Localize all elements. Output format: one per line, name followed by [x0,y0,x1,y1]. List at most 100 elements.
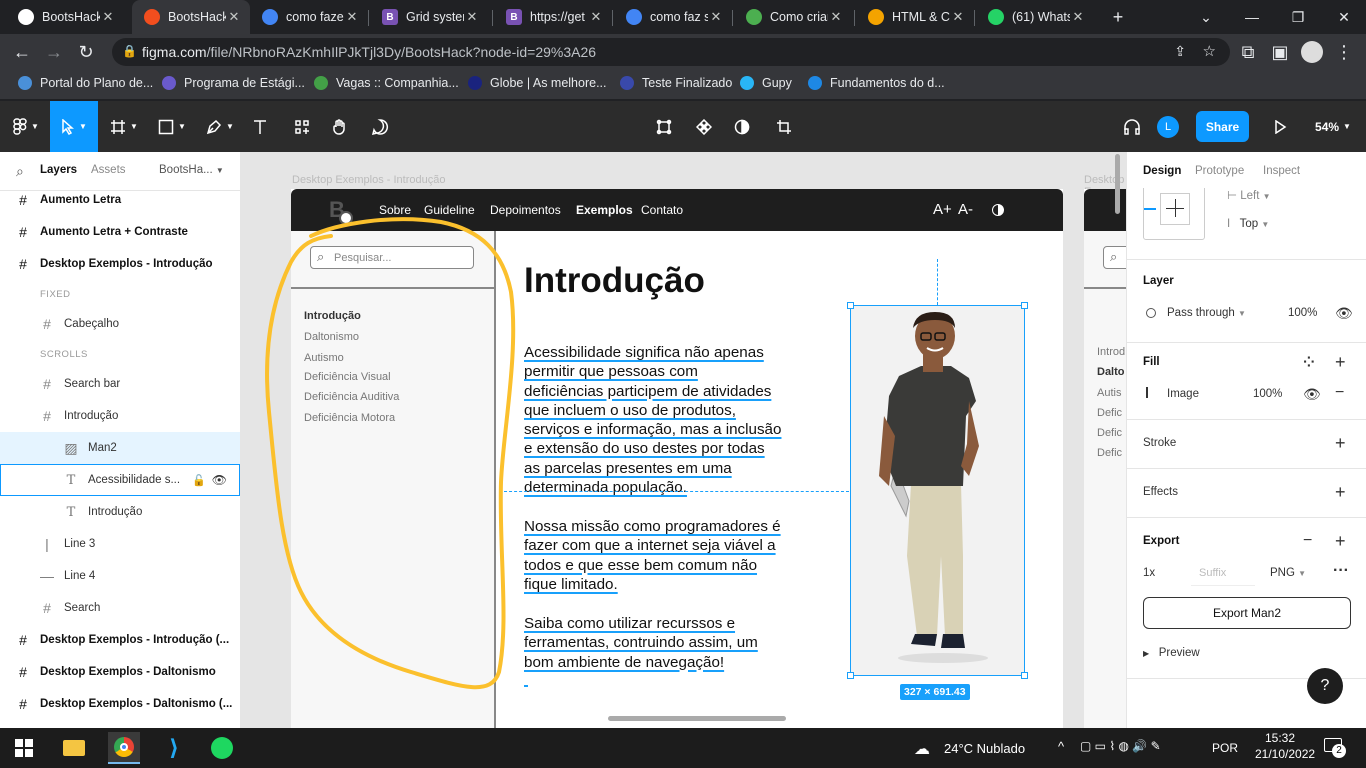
start-icon[interactable] [8,732,40,764]
new-tab-icon[interactable]: + [1104,3,1132,31]
constraint-vertical[interactable]: I Top ▼ [1227,218,1269,230]
layer-opacity[interactable]: 100% [1288,307,1317,319]
layer-row[interactable]: ▨ Man2 [0,432,240,464]
fill-styles-icon[interactable]: ⁘ [1303,354,1315,371]
remove-fill-icon[interactable]: − [1335,384,1344,402]
search-layers-icon[interactable]: ⌕ [16,163,24,180]
bookmark-item[interactable]: Gupy [740,76,792,90]
layer-visibility-eye-icon[interactable]: 👁 [1335,305,1353,322]
zoom-dropdown[interactable]: 54% ▼ [1308,101,1358,152]
forward-icon[interactable]: → [40,38,68,66]
close-window-icon[interactable]: ✕ [1330,3,1358,31]
maximize-icon[interactable]: ❐ [1284,3,1312,31]
bookmark-item[interactable]: Programa de Estági... [162,76,305,90]
browser-tab[interactable]: Bhttps://get ✕ [494,0,612,34]
user-avatar[interactable]: L [1156,101,1180,152]
tab-close-icon[interactable]: ✕ [828,9,844,25]
figma-menu-icon[interactable]: ▼ [6,101,46,152]
present-icon[interactable] [1266,101,1294,152]
constraint-left-active[interactable] [1144,208,1156,210]
tab-close-icon[interactable]: ✕ [100,9,116,25]
minimize-icon[interactable]: — [1238,3,1266,31]
tab-close-icon[interactable]: ✕ [464,9,480,25]
layer-row[interactable]: # Introdução [0,400,240,432]
crop-frame-icon[interactable] [650,101,678,152]
visibility-eye-icon[interactable]: 👁 [212,473,227,487]
add-stroke-icon[interactable]: + [1335,434,1346,452]
tab-close-icon[interactable]: ✕ [226,9,242,25]
tab-close-icon[interactable]: ✕ [1070,9,1086,25]
layer-row[interactable]: T Acessibilidade s... 🔓 👁 [0,464,240,496]
tab-design[interactable]: Design [1143,165,1181,177]
export-more-icon[interactable]: ··· [1333,562,1349,580]
chrome-icon[interactable] [108,732,140,764]
tab-search-icon[interactable]: ⌄ [1192,3,1220,31]
export-suffix-input[interactable]: Suffix [1191,562,1255,586]
fill-opacity[interactable]: 100% [1253,388,1282,400]
resources-icon[interactable] [288,101,316,152]
fill-visibility-eye-icon[interactable]: 👁 [1303,386,1321,403]
tab-close-icon[interactable]: ✕ [708,9,724,25]
page-selector[interactable]: BootsHa... ▼ [159,164,224,176]
reload-icon[interactable]: ↻ [72,38,100,66]
constraint-widget[interactable] [1143,180,1205,240]
lock-layer-icon[interactable]: 🔓 [192,474,206,487]
add-effect-icon[interactable]: + [1335,483,1346,501]
remove-export-icon[interactable]: − [1303,532,1312,550]
layer-row[interactable]: # Desktop Exemplos - Daltonismo (... [0,688,240,720]
tab-inspect[interactable]: Inspect [1263,165,1300,177]
tray-app-icons[interactable]: ▢ ▭ ⌇ ◍ 🔊 ✎ [1080,739,1161,753]
browser-tab[interactable]: BootsHack ✕ [6,0,124,34]
bookmark-item[interactable]: Portal do Plano de... [18,76,153,90]
export-button[interactable]: Export Man2 [1143,597,1351,629]
horizontal-scrollbar[interactable] [608,716,786,721]
spotify-icon[interactable] [206,732,238,764]
help-button[interactable]: ? [1307,668,1343,704]
export-format-dropdown[interactable]: PNG ▼ [1270,567,1306,579]
tab-close-icon[interactable]: ✕ [588,9,604,25]
move-tool-icon[interactable]: ▼ [50,101,98,152]
canvas[interactable]: Desktop Exemplos - Introdução Desktop Ex… [241,152,1126,728]
browser-tab[interactable]: (61) Whats ✕ [976,0,1094,34]
vertical-scrollbar[interactable] [1115,154,1120,214]
browser-tab[interactable]: B Grid system✕ [370,0,488,34]
layer-row[interactable]: # Desktop Exemplos - Introdução (... [0,624,240,656]
headphones-icon[interactable] [1118,101,1146,152]
layer-row[interactable]: T Introdução [0,496,240,528]
image-fill-swatch-icon[interactable] [1146,387,1155,398]
browser-tab[interactable]: HTML & C ✕ [856,0,974,34]
notification-center-icon[interactable]: 2 [1324,738,1348,758]
language-indicator[interactable]: POR [1212,741,1238,755]
vscode-icon[interactable]: ⟩ [158,732,190,764]
file-explorer-icon[interactable] [58,732,90,764]
layer-row[interactable]: | Line 3 [0,528,240,560]
browser-tab[interactable]: BootsHack ✕ [132,0,250,34]
layer-row[interactable]: # Aumento Letra [0,184,240,216]
fill-type[interactable]: Image [1167,388,1199,400]
share-page-icon[interactable]: ⇪ [1174,43,1186,60]
tab-assets[interactable]: Assets [91,164,126,176]
tab-close-icon[interactable]: ✕ [950,9,966,25]
tray-chevron-icon[interactable]: ^ [1058,739,1064,754]
bookmark-item[interactable]: Teste Finalizado [620,76,732,90]
share-button[interactable]: Share [1196,111,1249,142]
shape-tool-icon[interactable]: ▼ [152,101,192,152]
add-export-icon[interactable]: + [1335,532,1346,550]
pen-tool-icon[interactable]: ▼ [200,101,240,152]
bookmark-item[interactable]: Vagas :: Companhia... [314,76,459,90]
frame-tool-icon[interactable]: ▼ [104,101,144,152]
layer-row[interactable]: # Desktop Exemplos - Introdução [0,248,240,280]
layer-row[interactable]: # Cabeçalho [0,308,240,340]
comment-tool-icon[interactable] [366,101,394,152]
add-fill-icon[interactable]: + [1335,353,1346,371]
browser-tab[interactable]: como faz s ✕ [614,0,732,34]
tab-close-icon[interactable]: ✕ [344,9,360,25]
text-tool-icon[interactable] [246,101,274,152]
tab-layers[interactable]: Layers [40,164,77,176]
weather-text[interactable]: 24°C Nublado [944,741,1025,756]
clock[interactable]: 15:32 21/10/2022 [1255,731,1315,761]
layer-row[interactable]: # Search bar [0,368,240,400]
hand-tool-icon[interactable] [326,101,354,152]
blend-mode-dropdown[interactable]: Pass through ▼ [1167,307,1246,319]
export-scale[interactable]: 1x [1143,567,1155,579]
